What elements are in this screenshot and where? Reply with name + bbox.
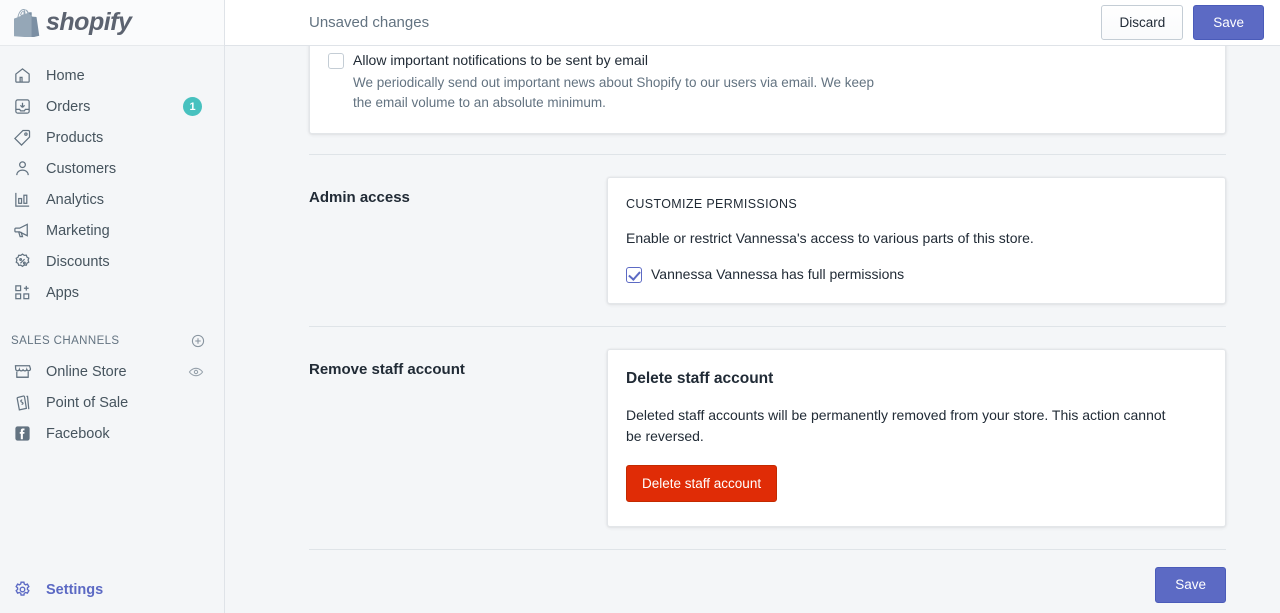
admin-access-card: CUSTOMIZE PERMISSIONS Enable or restrict…	[607, 177, 1226, 304]
storefront-icon	[11, 361, 33, 383]
save-button-top[interactable]: Save	[1193, 4, 1264, 41]
pos-bag-icon	[11, 392, 33, 414]
home-icon	[11, 65, 33, 87]
admin-access-description: Enable or restrict Vannessa's access to …	[626, 230, 1034, 246]
full-permissions-checkbox-row[interactable]: Vannessa Vannessa has full permissions	[626, 265, 1207, 283]
sales-channels-header: SALES CHANNELS	[0, 326, 224, 356]
sidebar-item-point-of-sale[interactable]: Point of Sale	[0, 387, 224, 418]
sidebar-item-label: Orders	[46, 98, 91, 115]
discount-percent-icon	[11, 251, 33, 273]
sidebar-item-home[interactable]: Home	[0, 60, 224, 91]
person-icon	[11, 158, 33, 180]
sidebar-item-label: Products	[46, 129, 104, 146]
sidebar: shopify Home Orders 1 Products Customers…	[0, 0, 225, 613]
sidebar-item-label: Point of Sale	[46, 394, 129, 411]
sidebar-item-customers[interactable]: Customers	[0, 153, 224, 184]
sidebar-item-facebook[interactable]: Facebook	[0, 418, 224, 449]
notifications-help-text: We periodically send out important news …	[353, 75, 875, 110]
notifications-card: NOTIFICATIONS Allow important notificati…	[309, 46, 1226, 134]
sidebar-item-marketing[interactable]: Marketing	[0, 215, 224, 246]
sidebar-item-analytics[interactable]: Analytics	[0, 184, 224, 215]
sidebar-item-label: Customers	[46, 160, 117, 177]
remove-staff-section: Remove staff account Delete staff accoun…	[309, 327, 1226, 527]
settings-scroll-area[interactable]: NOTIFICATIONS Allow important notificati…	[225, 46, 1280, 613]
delete-staff-title: Delete staff account	[626, 370, 774, 387]
customize-permissions-heading: CUSTOMIZE PERMISSIONS	[626, 197, 798, 211]
tag-icon	[11, 127, 33, 149]
sidebar-item-label: Analytics	[46, 191, 105, 208]
orders-count-badge: 1	[183, 97, 202, 116]
sidebar-item-online-store[interactable]: Online Store	[0, 356, 224, 387]
sidebar-item-label: Home	[46, 67, 85, 84]
delete-staff-card: Delete staff account Deleted staff accou…	[607, 349, 1226, 527]
admin-access-label: Admin access	[309, 189, 410, 206]
notifications-checkbox-label: Allow important notifications to be sent…	[353, 52, 648, 68]
eye-icon[interactable]	[188, 364, 204, 380]
primary-nav: Home Orders 1 Products Customers Analyti…	[0, 46, 224, 449]
orders-inbox-icon	[11, 96, 33, 118]
shopify-bag-icon	[14, 8, 46, 37]
save-button-bottom[interactable]: Save	[1155, 567, 1226, 603]
apps-grid-plus-icon	[11, 282, 33, 304]
notifications-section: NOTIFICATIONS Allow important notificati…	[309, 46, 1226, 134]
sidebar-item-settings[interactable]: Settings	[0, 574, 224, 605]
sidebar-item-label: Discounts	[46, 253, 110, 270]
facebook-icon	[11, 423, 33, 445]
main-content: Unsaved changes Discard Save NOTIFICATIO…	[225, 0, 1280, 613]
sidebar-item-discounts[interactable]: Discounts	[0, 246, 224, 277]
sidebar-item-apps[interactable]: Apps	[0, 277, 224, 308]
bar-chart-icon	[11, 189, 33, 211]
megaphone-icon	[11, 220, 33, 242]
settings-label: Settings	[46, 581, 104, 598]
plus-circle-icon[interactable]	[190, 333, 206, 349]
brand-wordmark: shopify	[46, 8, 132, 36]
sidebar-item-orders[interactable]: Orders 1	[0, 91, 224, 122]
sidebar-item-label: Marketing	[46, 222, 110, 239]
admin-access-section: Admin access CUSTOMIZE PERMISSIONS Enabl…	[309, 155, 1226, 304]
remove-staff-label: Remove staff account	[309, 361, 465, 378]
sidebar-item-products[interactable]: Products	[0, 122, 224, 153]
sidebar-item-label: Apps	[46, 284, 80, 301]
brand-logo-area[interactable]: shopify	[0, 0, 224, 46]
gear-icon	[11, 579, 33, 601]
full-permissions-checkbox-label: Vannessa Vannessa has full permissions	[651, 266, 905, 282]
notifications-checkbox[interactable]	[328, 53, 344, 69]
unsaved-changes-bar: Unsaved changes Discard Save	[225, 0, 1280, 46]
sales-channels-title: SALES CHANNELS	[11, 335, 120, 347]
discard-button[interactable]: Discard	[1101, 4, 1184, 41]
sidebar-item-label: Facebook	[46, 425, 110, 442]
page-title: Unsaved changes	[309, 14, 430, 31]
delete-staff-account-button[interactable]: Delete staff account	[626, 465, 778, 502]
full-permissions-checkbox[interactable]	[626, 267, 642, 283]
delete-staff-description: Deleted staff accounts will be permanent…	[626, 407, 1166, 444]
sidebar-item-label: Online Store	[46, 363, 127, 380]
notifications-checkbox-row[interactable]: Allow important notifications to be sent…	[328, 51, 1207, 69]
footer-actions: Save	[309, 549, 1226, 603]
